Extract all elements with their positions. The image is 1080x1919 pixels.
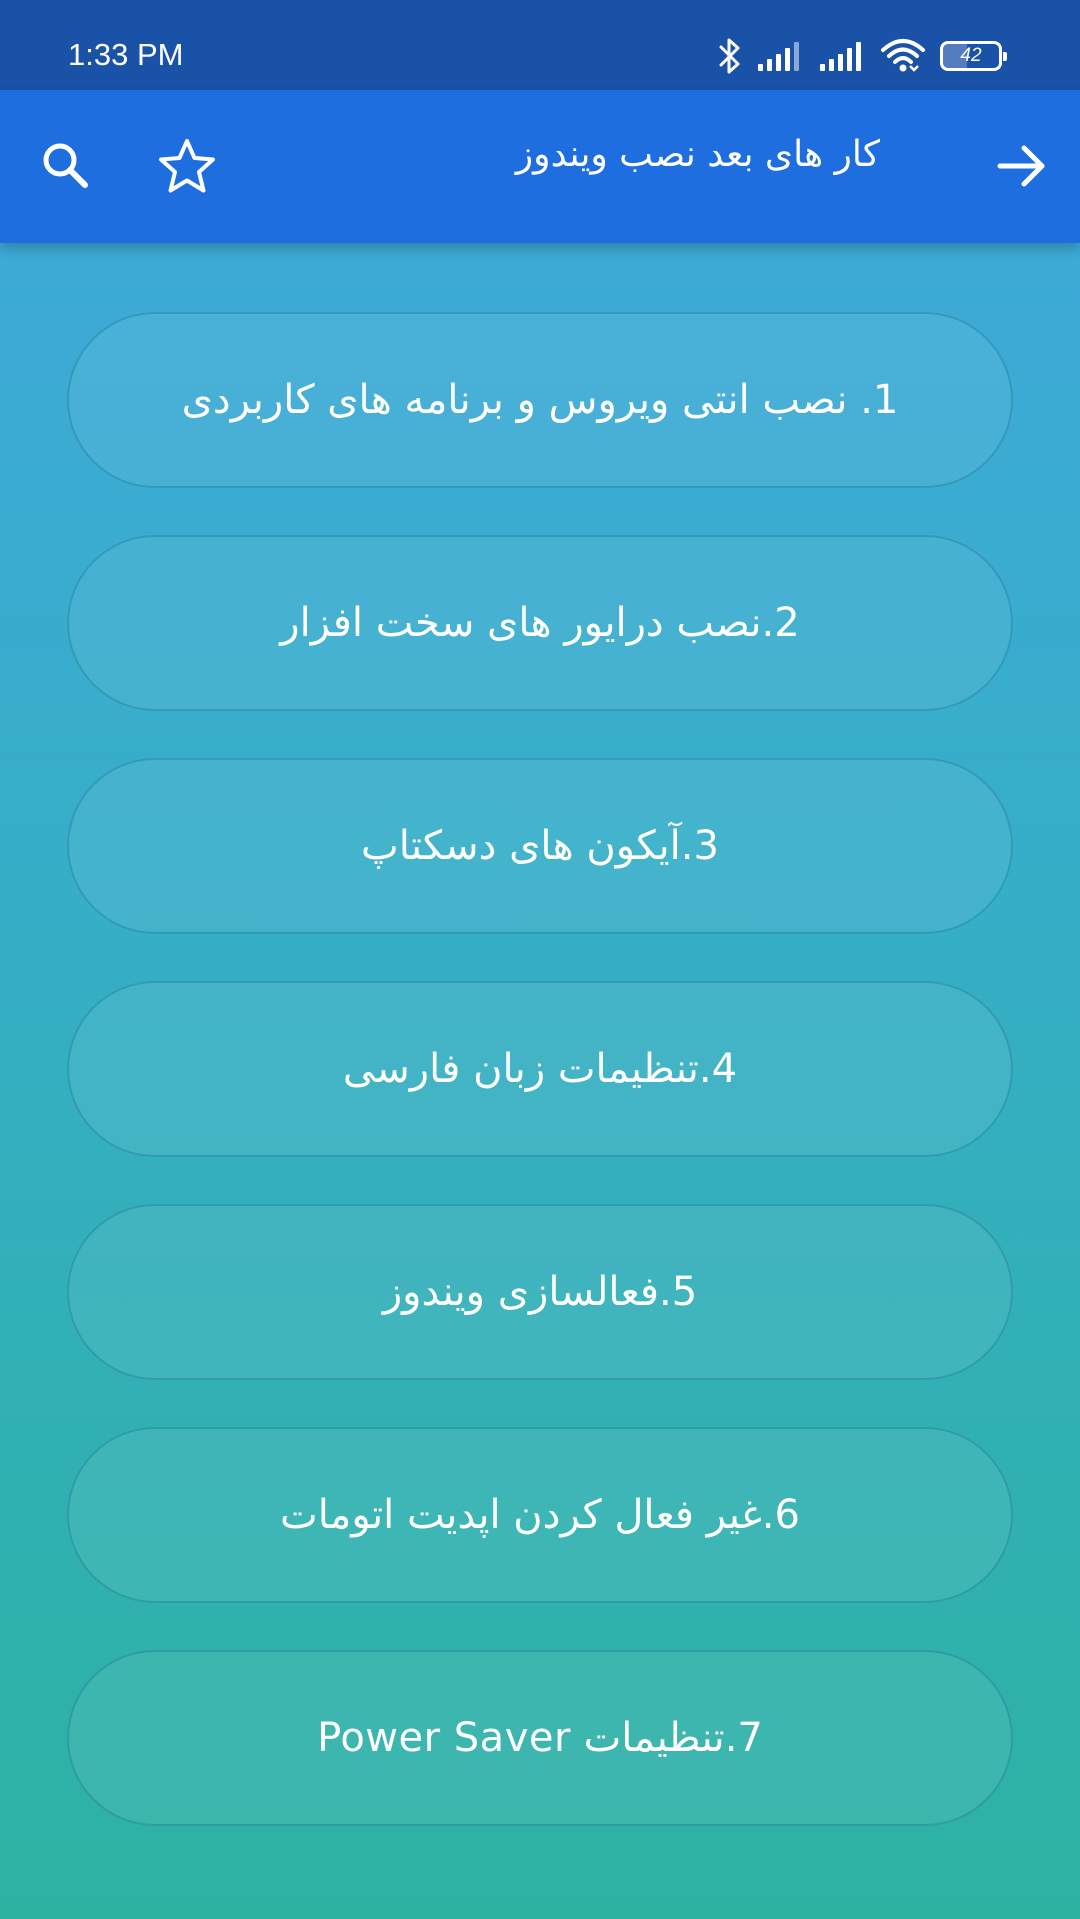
list-item-label: 3.آیکون های دسکتاپ <box>361 823 719 869</box>
star-icon <box>159 139 215 193</box>
search-button[interactable] <box>30 130 102 202</box>
battery-icon: 42 <box>940 41 1007 71</box>
list-item-label: 4.تنظیمات زبان فارسی <box>342 1046 738 1092</box>
signal-icon <box>758 42 799 71</box>
list-item-7[interactable]: 7.تنظیمات Power Saver <box>67 1650 1013 1826</box>
app-bar: کار های بعد نصب ویندوز <box>0 90 1080 243</box>
favorite-button[interactable] <box>151 130 223 202</box>
list-item-4[interactable]: 4.تنظیمات زبان فارسی <box>67 981 1013 1157</box>
list-item-label: 5.فعالسازی ویندوز <box>382 1269 698 1315</box>
search-icon <box>43 143 88 188</box>
arrow-forward-icon <box>997 145 1045 187</box>
list-item-6[interactable]: 6.غیر فعال کردن اپدیت اتومات <box>67 1427 1013 1603</box>
bluetooth-icon <box>719 38 740 74</box>
list-item-label: 2.نصب درایور های سخت افزار <box>280 600 800 646</box>
list-item-1[interactable]: 1. نصب انتی ویروس و برنامه های کاربردی <box>67 312 1013 488</box>
page-title: کار های بعد نصب ویندوز <box>515 134 880 175</box>
signal-icon <box>820 42 861 71</box>
list-item-2[interactable]: 2.نصب درایور های سخت افزار <box>67 535 1013 711</box>
list-item-label: 6.غیر فعال کردن اپدیت اتومات <box>280 1492 800 1538</box>
list-item-5[interactable]: 5.فعالسازی ویندوز <box>67 1204 1013 1380</box>
list-item-3[interactable]: 3.آیکون های دسکتاپ <box>67 758 1013 934</box>
forward-button[interactable] <box>986 130 1058 202</box>
topic-list: 1. نصب انتی ویروس و برنامه های کاربردی 2… <box>67 312 1013 1873</box>
wifi-icon <box>881 39 925 72</box>
list-item-label: 1. نصب انتی ویروس و برنامه های کاربردی <box>181 377 899 423</box>
battery-level-text: 42 <box>960 45 982 66</box>
status-icons: 42 <box>718 36 1007 76</box>
list-item-label: 7.تنظیمات Power Saver <box>317 1715 763 1761</box>
status-bar: 1:33 PM 42 <box>0 0 1080 90</box>
